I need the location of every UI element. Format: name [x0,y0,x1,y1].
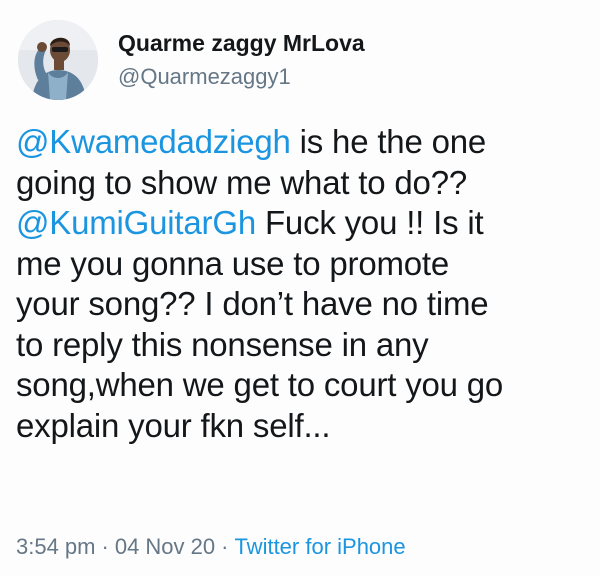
tweet-date[interactable]: 04 Nov 20 [115,534,215,559]
tweet-text-segment: to reply this nonsense in any [16,325,429,363]
author-names: Quarme zaggy MrLova @Quarmezaggy1 [118,28,365,92]
author-handle[interactable]: @Quarmezaggy1 [118,62,365,92]
tweet-text-segment: Fuck you !! Is it [255,204,484,241]
author-display-name[interactable]: Quarme zaggy MrLova [118,28,365,58]
meta-separator: · [221,534,229,559]
mention-link[interactable]: @KumiGuitarGh [16,204,256,241]
tweet-header: Quarme zaggy MrLova @Quarmezaggy1 [18,16,365,104]
tweet-time[interactable]: 3:54 pm [16,534,96,559]
tweet-text-segment: song,when we get to court you go [16,366,504,403]
tweet-card: Quarme zaggy MrLova @Quarmezaggy1 @Kwame… [0,0,600,576]
tweet-text-segment: your song?? I don’t have no time [16,285,489,322]
tweet-text-line: me you gonna use to promote [16,244,596,285]
profile-photo-icon [18,20,98,100]
avatar[interactable] [18,20,98,100]
mention-link[interactable]: @Kwamedadziegh [16,123,291,160]
tweet-text-segment: going to show me what to do?? [16,163,467,201]
tweet-text-line: to reply this nonsense in any [16,325,596,366]
tweet-text-line: your song?? I don’t have no time [16,284,596,325]
tweet-text-segment: explain your fkn self... [16,406,331,444]
tweet-meta: 3:54 pm · 04 Nov 20 · Twitter for iPhone [16,532,406,562]
tweet-text-line: @Kwamedadziegh is he the one [16,122,596,163]
tweet-text: @Kwamedadziegh is he the one going to sho… [16,122,596,446]
tweet-text-segment: is he the one [290,123,487,160]
tweet-source-link[interactable]: Twitter for iPhone [234,534,405,559]
tweet-text-line: going to show me what to do?? [16,163,596,204]
meta-separator: · [101,534,109,559]
tweet-text-line: @KumiGuitarGh Fuck you !! Is it [16,203,596,244]
tweet-text-line: song,when we get to court you go [16,365,596,406]
tweet-text-segment: me you gonna use to promote [16,244,450,282]
tweet-text-line: explain your fkn self... [16,406,596,447]
